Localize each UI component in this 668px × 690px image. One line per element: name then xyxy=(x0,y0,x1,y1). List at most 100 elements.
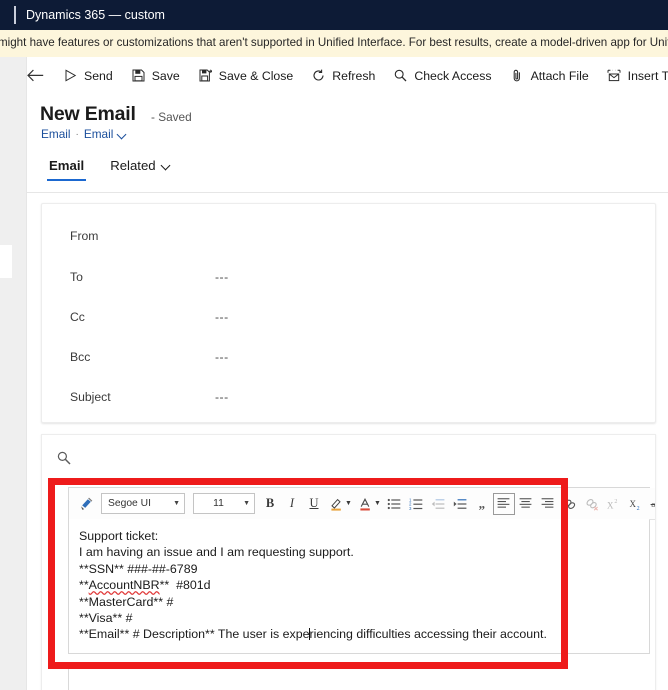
blockquote-icon[interactable]: „ xyxy=(471,493,493,515)
command-bar: Send Save Save & Close Refresh Check Acc… xyxy=(27,57,668,95)
body-line-7: **Email** # Description** The user is ex… xyxy=(79,626,639,642)
title-accent-line xyxy=(14,6,16,24)
save-and-close-button[interactable]: Save & Close xyxy=(189,58,303,94)
email-body-rich-text-editor[interactable]: Segoe UI ▼ 11 ▼ B I U ▼ ▼ 1 2 3 „ X 2 X … xyxy=(68,487,655,654)
text-highlight-icon xyxy=(325,493,347,515)
email-header-fields-card: From To --- Cc --- Bcc --- Subject --- xyxy=(41,203,656,423)
align-center-icon[interactable] xyxy=(515,493,537,515)
record-header: New Email - Saved Email · Email Email Re… xyxy=(27,94,668,193)
send-button[interactable]: Send xyxy=(54,58,122,94)
cc-value[interactable]: --- xyxy=(215,310,229,324)
to-value[interactable]: --- xyxy=(215,270,229,284)
text-highlight-button[interactable]: ▼ xyxy=(325,493,354,515)
subject-value[interactable]: --- xyxy=(215,390,229,404)
body-line-1: Support ticket: xyxy=(79,529,159,543)
underline-button[interactable]: U xyxy=(303,493,325,515)
format-painter-icon[interactable] xyxy=(75,493,97,515)
svg-text:X: X xyxy=(607,500,614,510)
body-line-7-before-caret: **Email** # Description** The user is ex… xyxy=(79,627,310,642)
svg-text:2: 2 xyxy=(614,499,617,505)
chevron-down-icon xyxy=(162,161,171,170)
tabs-bottom-border xyxy=(27,192,668,193)
send-label: Send xyxy=(84,68,113,83)
field-row-cc: Cc --- xyxy=(42,297,655,337)
email-body-card: Segoe UI ▼ 11 ▼ B I U ▼ ▼ 1 2 3 „ X 2 X … xyxy=(41,434,656,690)
window-title: Dynamics 365 — custom xyxy=(26,8,165,22)
bulleted-list-icon[interactable] xyxy=(383,493,405,515)
attach-file-button[interactable]: Attach File xyxy=(501,58,598,94)
subscript-icon[interactable]: X 2 xyxy=(625,493,647,515)
chevron-down-icon: ▼ xyxy=(345,500,352,507)
save-icon xyxy=(131,68,146,83)
tab-email-label: Email xyxy=(49,158,85,173)
refresh-button[interactable]: Refresh xyxy=(302,58,384,94)
body-line-4: **AccountNBR** #801d xyxy=(79,577,639,593)
field-row-bcc: Bcc --- xyxy=(42,337,655,377)
numbered-list-icon[interactable]: 1 2 3 xyxy=(405,493,427,515)
to-label: To xyxy=(70,270,83,284)
breadcrumb: Email · Email xyxy=(41,127,127,141)
breadcrumb-item-entity[interactable]: Email xyxy=(41,127,71,141)
left-panel-edge xyxy=(0,245,12,278)
bold-label: B xyxy=(265,496,275,510)
body-line-4-prefix: ** xyxy=(79,578,89,593)
magnifier-icon[interactable] xyxy=(57,451,71,470)
bcc-label: Bcc xyxy=(70,350,91,364)
back-button[interactable] xyxy=(27,58,44,94)
tab-email[interactable]: Email xyxy=(41,154,92,181)
field-row-from: From xyxy=(42,216,655,256)
align-left-icon[interactable] xyxy=(492,492,515,515)
banner-text: might have features or customizations th… xyxy=(0,36,668,49)
save-button[interactable]: Save xyxy=(122,58,189,94)
rich-text-toolbar: Segoe UI ▼ 11 ▼ B I U ▼ ▼ 1 2 3 „ X 2 X … xyxy=(69,488,655,520)
from-label: From xyxy=(70,229,99,243)
app-window: Dynamics 365 — custom might have feature… xyxy=(0,0,668,690)
superscript-icon[interactable]: X 2 xyxy=(603,493,625,515)
tab-related-label: Related xyxy=(110,158,156,173)
italic-button[interactable]: I xyxy=(281,493,303,515)
rich-text-content-area[interactable]: Support ticket: I am having an issue and… xyxy=(69,519,649,652)
save-status: - Saved xyxy=(151,110,192,124)
field-row-to: To --- xyxy=(42,257,655,297)
chevron-down-icon[interactable] xyxy=(118,130,127,139)
save-and-close-icon xyxy=(198,68,213,83)
svg-text:2: 2 xyxy=(636,506,639,511)
breadcrumb-separator: · xyxy=(75,128,79,140)
svg-text:X: X xyxy=(629,499,636,509)
chevron-down-icon: ▼ xyxy=(373,500,381,507)
remove-link-icon[interactable] xyxy=(581,493,603,515)
insert-template-button[interactable]: Insert Templat xyxy=(598,58,668,94)
body-line-2: I am having an issue and I am requesting… xyxy=(79,545,354,560)
breadcrumb-item-form[interactable]: Email xyxy=(84,127,114,141)
subject-label: Subject xyxy=(70,390,111,404)
form-tabs: Email Related xyxy=(41,154,179,181)
font-family-value: Segoe UI xyxy=(108,498,151,509)
chevron-down-icon: ▼ xyxy=(243,500,250,507)
font-size-select[interactable]: 11 ▼ xyxy=(193,493,255,514)
strikethrough-icon[interactable]: abc xyxy=(647,493,655,515)
title-bar: Dynamics 365 — custom xyxy=(0,0,668,30)
send-icon xyxy=(63,68,78,83)
chevron-down-icon: ▼ xyxy=(173,500,180,507)
bcc-value[interactable]: --- xyxy=(215,350,229,364)
increase-indent-icon[interactable] xyxy=(449,493,471,515)
body-line-3: **SSN** ###-##-6789 xyxy=(79,561,198,576)
underline-label: U xyxy=(309,496,319,510)
refresh-icon xyxy=(311,68,326,83)
font-color-button[interactable]: ▼ xyxy=(354,493,383,515)
check-access-button[interactable]: Check Access xyxy=(384,58,500,94)
insert-template-label: Insert Templat xyxy=(627,68,668,83)
page-scrollbar-track[interactable] xyxy=(13,57,35,690)
body-card-divider xyxy=(68,669,69,690)
body-line-7-after-caret: riencing difficulties accessing their ac… xyxy=(309,627,547,642)
align-right-icon[interactable] xyxy=(537,493,559,515)
bold-button[interactable]: B xyxy=(259,493,281,515)
italic-label: I xyxy=(289,496,295,510)
font-family-select[interactable]: Segoe UI ▼ xyxy=(101,493,185,514)
decrease-indent-icon[interactable] xyxy=(427,493,449,515)
font-size-value: 11 xyxy=(213,498,224,509)
tab-related[interactable]: Related xyxy=(102,154,178,181)
insert-link-icon[interactable] xyxy=(559,493,581,515)
body-line-4-suffix: ** #801d xyxy=(159,578,211,593)
save-label: Save xyxy=(151,68,180,83)
